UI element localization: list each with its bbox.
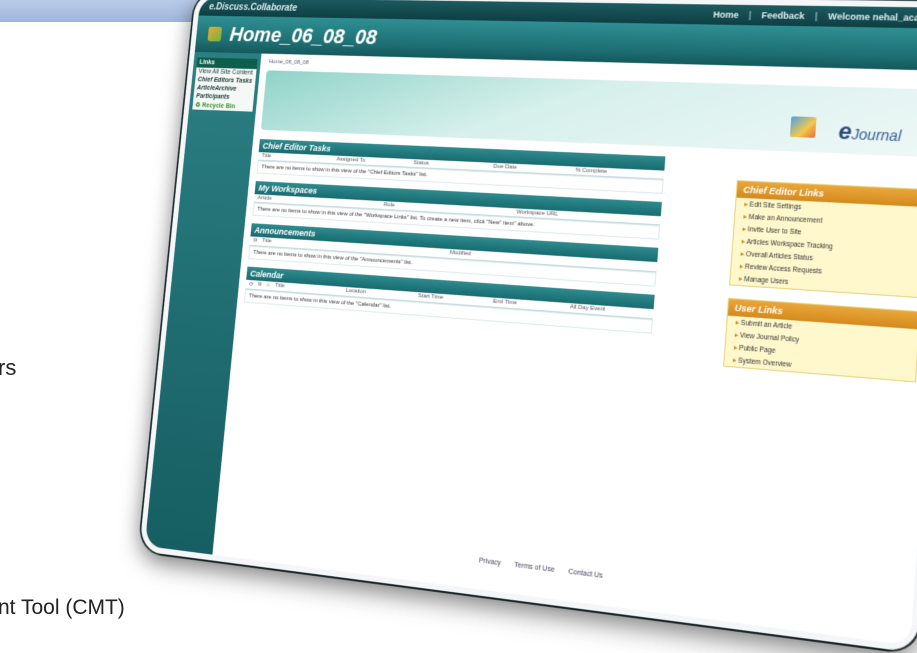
footer-terms-link[interactable]: Terms of Use (514, 562, 555, 574)
user-links-box: User Links Submit an Article View Journa… (723, 298, 917, 383)
recycle-bin-label: Recycle Bin (202, 102, 236, 110)
footer-contact-link[interactable]: Contact Us (568, 568, 603, 580)
recycle-bin-icon: ♻ (195, 102, 201, 109)
site-logo-icon (207, 27, 222, 42)
webparts-column: Chief Editor Tasks Title Assigned To Sta… (244, 139, 665, 334)
top-nav-home[interactable]: Home (713, 10, 739, 20)
site-title[interactable]: Home_06_08_08 (229, 23, 378, 50)
ejournal-logo-icon (790, 116, 817, 138)
chief-editor-links-box: Chief Editor Links Edit Site Settings Ma… (729, 180, 917, 298)
top-nav: Home | Feedback | Welcome nehal_aca@... (713, 10, 917, 24)
slide-text-fragment-top: rs (0, 355, 16, 381)
nav-item-recycle-bin[interactable]: ♻ Recycle Bin (192, 100, 253, 111)
footer: Privacy Terms of Use Contact Us (215, 525, 913, 619)
divider: | (815, 11, 818, 21)
ejournal-logo: eJournal (838, 118, 902, 148)
footer-privacy-link[interactable]: Privacy (479, 557, 502, 567)
right-column: Chief Editor Links Edit Site Settings Ma… (722, 180, 917, 395)
slide-text-fragment-bottom: nt Tool (CMT) (0, 596, 125, 620)
divider: | (748, 10, 751, 20)
content-area: Home_06_08_08 eJournal Chief Editor Task… (212, 54, 917, 646)
main-area: Links View All Site Content Chief Editor… (145, 52, 917, 646)
top-nav-feedback[interactable]: Feedback (761, 10, 805, 21)
left-nav-box: Links View All Site Content Chief Editor… (192, 57, 257, 111)
logo-text: Journal (851, 126, 902, 145)
app-screenshot: e.Discuss.Collaborate Home | Feedback | … (139, 0, 917, 653)
top-nav-welcome[interactable]: Welcome nehal_aca@... (828, 11, 917, 23)
